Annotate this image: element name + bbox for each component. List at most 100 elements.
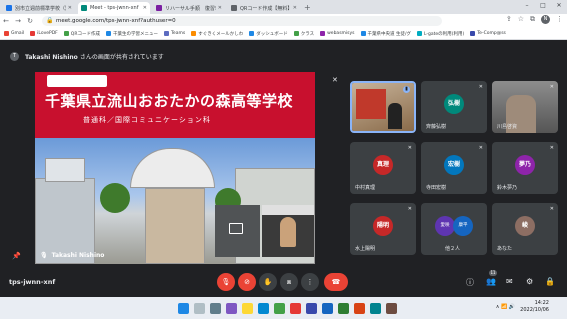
- explorer-icon[interactable]: [242, 303, 253, 314]
- activities-icon[interactable]: ⚙: [526, 277, 533, 286]
- task-view-icon[interactable]: [210, 303, 221, 314]
- browser-tab[interactable]: リハーサル手順 復習表 - Google ✕: [153, 2, 225, 14]
- mic-toggle-button[interactable]: 🎙: [217, 273, 235, 291]
- close-tab-icon[interactable]: ✕: [218, 5, 222, 11]
- participant-tile[interactable]: ▮: [350, 81, 416, 133]
- presentation-notice: T Takashi Nishino さんの画面が共有されています: [0, 49, 567, 63]
- bookmarks-bar: Gmail iLovePDF QRコード作成 千葉生の学習メニュー Teams …: [0, 28, 567, 40]
- browser-tab[interactable]: 別市立週前標準学校（別瑠島） ✕: [3, 2, 75, 14]
- close-tab-icon[interactable]: ✕: [143, 5, 147, 11]
- url-field[interactable]: 🔒 meet.google.com/tps-jwnn-xnf?authuser=…: [42, 16, 442, 26]
- extensions-icon[interactable]: ⧉: [530, 15, 535, 24]
- participant-name: 他２人: [445, 246, 461, 252]
- close-tab-icon[interactable]: ✕: [293, 5, 297, 11]
- screen-share-preview[interactable]: [215, 205, 260, 257]
- building-sign: [45, 158, 85, 182]
- system-tray-icons[interactable]: ∧ 📶 🔊: [496, 304, 515, 310]
- bookmark-item[interactable]: L-gateの利用(利用): [416, 31, 464, 37]
- participant-tile[interactable]: ✕ 陽明 水上陽明: [350, 203, 416, 255]
- bookmark-item[interactable]: iLovePDF: [30, 31, 58, 36]
- presenter-name: Takashi Nishino: [25, 53, 78, 61]
- host-controls-icon[interactable]: 🔒: [545, 277, 555, 286]
- participant-name: 鈴木夢乃: [497, 185, 518, 191]
- tab-favicon: [81, 5, 87, 11]
- mic-off-icon: ✕: [549, 84, 554, 90]
- start-icon[interactable]: [178, 303, 189, 314]
- bookmark-item[interactable]: webasmisys: [320, 31, 355, 36]
- edge-icon[interactable]: [258, 303, 269, 314]
- bookmark-item[interactable]: QRコード作成: [63, 31, 100, 37]
- maximize-button[interactable]: □: [535, 0, 551, 12]
- participant-tile-others[interactable]: 愛咲 康平 他２人: [421, 203, 487, 255]
- mic-off-icon: ✕: [478, 84, 483, 90]
- participant-name: あなた: [497, 246, 513, 252]
- station-building: [145, 188, 205, 264]
- meeting-details-icon[interactable]: ⓘ: [466, 277, 474, 288]
- people-icon[interactable]: 👥: [486, 277, 496, 286]
- leave-call-button[interactable]: ☎: [324, 273, 348, 291]
- station-arch: [130, 148, 215, 188]
- minimize-button[interactable]: –: [519, 0, 535, 12]
- lock-icon[interactable]: 🔒: [46, 16, 53, 26]
- window-controls: – □ ✕: [519, 0, 567, 12]
- word-icon[interactable]: [322, 303, 333, 314]
- bookmark-item[interactable]: Teams: [163, 31, 185, 36]
- browser-tab[interactable]: QRコード作成【無料】URLをQRコー ✕: [228, 2, 300, 14]
- chat-icon[interactable]: ✉: [506, 277, 513, 286]
- raise-hand-button[interactable]: ✋: [259, 273, 277, 291]
- participant-avatar: 宏樹: [444, 155, 464, 175]
- close-window-button[interactable]: ✕: [551, 0, 567, 12]
- mic-off-icon: ✕: [549, 206, 554, 212]
- powerpoint-icon[interactable]: [354, 303, 365, 314]
- main-tile-name: Takashi Nishino: [51, 252, 105, 259]
- menu-icon[interactable]: ⋮: [556, 15, 563, 24]
- reload-icon[interactable]: ↻: [24, 17, 36, 25]
- mic-off-icon: ✕: [407, 206, 412, 212]
- excel-icon[interactable]: [338, 303, 349, 314]
- search-icon[interactable]: [194, 303, 205, 314]
- bookmark-item[interactable]: 千葉生の学習メニュー: [105, 31, 158, 37]
- tab-favicon: [156, 5, 162, 11]
- share-icon[interactable]: ⇪: [506, 15, 512, 24]
- participant-avatar: 夢乃: [515, 155, 535, 175]
- tab-label: Meet - tps-jwnn-xnf: [90, 5, 139, 11]
- tab-favicon: [231, 5, 237, 11]
- clock[interactable]: 14:22 2022/10/06: [520, 300, 549, 314]
- participant-tile-self[interactable]: ✕ 峻 あなた: [492, 203, 558, 255]
- pin-icon[interactable]: 📌: [12, 252, 21, 260]
- more-options-button[interactable]: ⋮: [301, 273, 319, 291]
- widgets-icon[interactable]: [226, 303, 237, 314]
- presenter-camera[interactable]: [262, 205, 314, 257]
- forward-icon[interactable]: →: [12, 17, 24, 25]
- banner-title: 千葉県立流山おおたかの森高等学校: [45, 92, 294, 110]
- back-icon[interactable]: ←: [0, 17, 12, 25]
- participant-tile[interactable]: ✕ 宏樹 寺田宏樹: [421, 142, 487, 194]
- bookmark-item[interactable]: Gmail: [4, 31, 24, 36]
- participant-tile[interactable]: ✕ 川島啓資: [492, 81, 558, 133]
- camera-toggle-button[interactable]: ⊘: [238, 273, 256, 291]
- bookmark-item[interactable]: 千葉県中央道 生徒/グ: [360, 31, 411, 37]
- mic-off-icon: ✕: [549, 145, 554, 151]
- profile-avatar[interactable]: N: [541, 15, 550, 24]
- app-icon[interactable]: [386, 303, 397, 314]
- bookmark-item[interactable]: Te-Comp@ss: [470, 31, 506, 36]
- bookmark-star-icon[interactable]: ☆: [518, 15, 524, 24]
- participant-name: 水上陽明: [355, 246, 376, 252]
- app-icon[interactable]: [370, 303, 381, 314]
- bookmark-item[interactable]: すぐきくメールかしわ: [191, 31, 243, 37]
- participant-name: 川島啓資: [497, 124, 518, 130]
- chrome-icon[interactable]: [290, 303, 301, 314]
- participant-tile[interactable]: ✕ 弘樹 齊藤弘樹: [421, 81, 487, 133]
- bookmark-item[interactable]: ダッシュボード: [249, 31, 288, 37]
- close-tab-icon[interactable]: ✕: [68, 5, 72, 11]
- browser-tab-active[interactable]: Meet - tps-jwnn-xnf ✕: [78, 2, 150, 14]
- store-icon[interactable]: [274, 303, 285, 314]
- teams-icon[interactable]: [306, 303, 317, 314]
- participant-name: 中村真理: [355, 185, 376, 191]
- participant-tile[interactable]: ✕ 夢乃 鈴木夢乃: [492, 142, 558, 194]
- browser-tab-bar: 別市立週前標準学校（別瑠島） ✕ Meet - tps-jwnn-xnf ✕ リ…: [0, 0, 567, 14]
- participant-tile[interactable]: ✕ 真理 中村真理: [350, 142, 416, 194]
- new-tab-button[interactable]: +: [304, 2, 311, 14]
- bookmark-item[interactable]: クラス: [293, 31, 314, 37]
- present-screen-button[interactable]: ⧈: [280, 273, 298, 291]
